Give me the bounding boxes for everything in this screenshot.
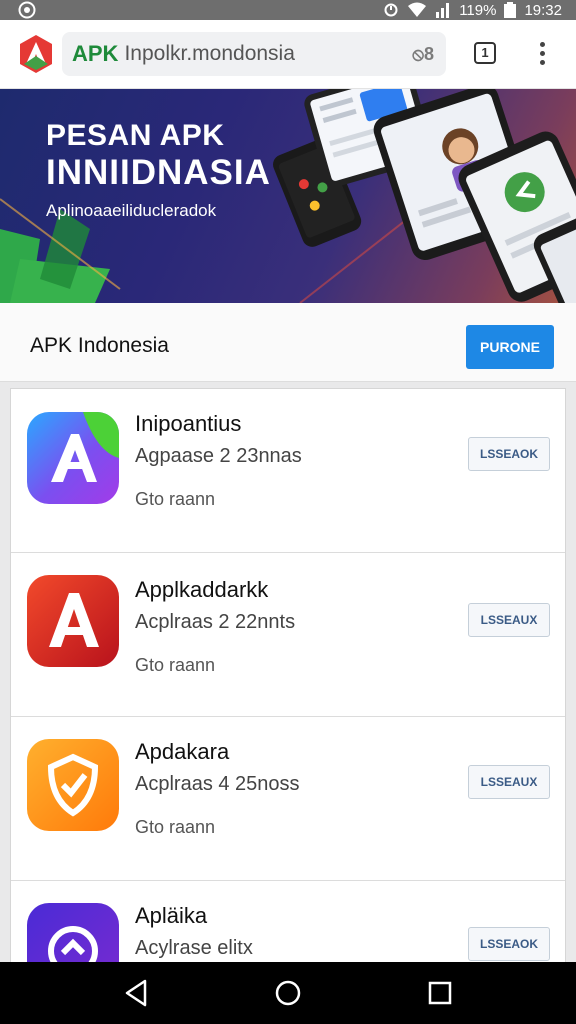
app-subtitle: Agpaase 2 23nnas bbox=[135, 445, 302, 467]
app-meta: Gto raann bbox=[135, 489, 216, 509]
circle-arrow-icon bbox=[27, 903, 119, 962]
section-header: APK Indonesia PURONE bbox=[0, 303, 576, 382]
app-list: Inipoantius Agpaase 2 23nnas Gto raann L… bbox=[10, 388, 566, 962]
list-item[interactable]: Applkaddarkk Acplraas 2 22nnts Gto raann… bbox=[11, 553, 565, 717]
battery-icon bbox=[504, 2, 517, 18]
red-letter-a-icon bbox=[27, 575, 119, 667]
app-action-button[interactable]: LSSEAOK bbox=[468, 437, 550, 471]
back-icon[interactable] bbox=[122, 978, 150, 1008]
site-logo-icon bbox=[20, 35, 52, 73]
app-action-button[interactable]: LSSEAUX bbox=[468, 603, 550, 637]
hero-banner: PESAN APK INNIIDNASIA Aplinoaaeiliducler… bbox=[0, 89, 576, 303]
list-item[interactable]: Apläika Acylrase elitx LSSEAOK bbox=[11, 881, 565, 962]
app-notification-icon bbox=[18, 1, 36, 19]
app-action-button[interactable]: LSSEAOK bbox=[468, 927, 550, 961]
app-title: Inipoantius bbox=[135, 411, 242, 436]
list-item[interactable]: Inipoantius Agpaase 2 23nnas Gto raann L… bbox=[11, 389, 565, 553]
shield-icon bbox=[27, 739, 119, 831]
app-title: Apläika bbox=[135, 903, 208, 928]
home-icon[interactable] bbox=[274, 978, 302, 1008]
url-domain: APK bbox=[72, 41, 119, 66]
list-item[interactable]: Apdakara Acplraas 4 25noss Gto raann LSS… bbox=[11, 717, 565, 881]
recents-icon[interactable] bbox=[426, 978, 454, 1008]
banner-heading-line1: PESAN APK bbox=[46, 119, 225, 152]
header-action-button[interactable]: PURONE bbox=[466, 325, 554, 369]
url-text: Inpolkr.mondonsia bbox=[124, 42, 295, 65]
banner-heading-line2: INNIIDNASIA bbox=[46, 153, 271, 192]
gradient-letter-a-icon bbox=[27, 412, 119, 504]
browser-toolbar: APK Inpolkr.mondonsia ⦸8 1 bbox=[0, 20, 576, 89]
app-subtitle: Acylrase elitx bbox=[135, 937, 253, 959]
reader-mode-icon[interactable]: ⦸8 bbox=[412, 44, 434, 65]
app-title: Applkaddarkk bbox=[135, 577, 269, 602]
system-nav-bar bbox=[0, 962, 576, 1024]
banner-subtitle: Aplinoaaeiliducleradok bbox=[46, 201, 217, 220]
signal-icon bbox=[436, 3, 450, 18]
page-title: APK Indonesia bbox=[30, 334, 169, 357]
app-title: Apdakara bbox=[135, 739, 230, 764]
app-action-button[interactable]: LSSEAUX bbox=[468, 765, 550, 799]
clock: 19:32 bbox=[524, 1, 562, 19]
app-subtitle: Acplraas 2 22nnts bbox=[135, 611, 296, 633]
tab-switcher-button[interactable]: 1 bbox=[474, 42, 496, 64]
more-vert-icon[interactable] bbox=[536, 42, 548, 68]
battery-percent: 119% bbox=[459, 1, 497, 19]
app-subtitle: Acplraas 4 25noss bbox=[135, 773, 300, 795]
alarm-icon bbox=[384, 3, 398, 17]
app-meta: Gto raann bbox=[135, 655, 216, 675]
status-bar: 119% 19:32 bbox=[0, 0, 576, 20]
app-meta: Gto raann bbox=[135, 817, 216, 837]
wifi-icon bbox=[408, 2, 427, 17]
address-bar[interactable]: APK Inpolkr.mondonsia ⦸8 bbox=[62, 32, 446, 76]
